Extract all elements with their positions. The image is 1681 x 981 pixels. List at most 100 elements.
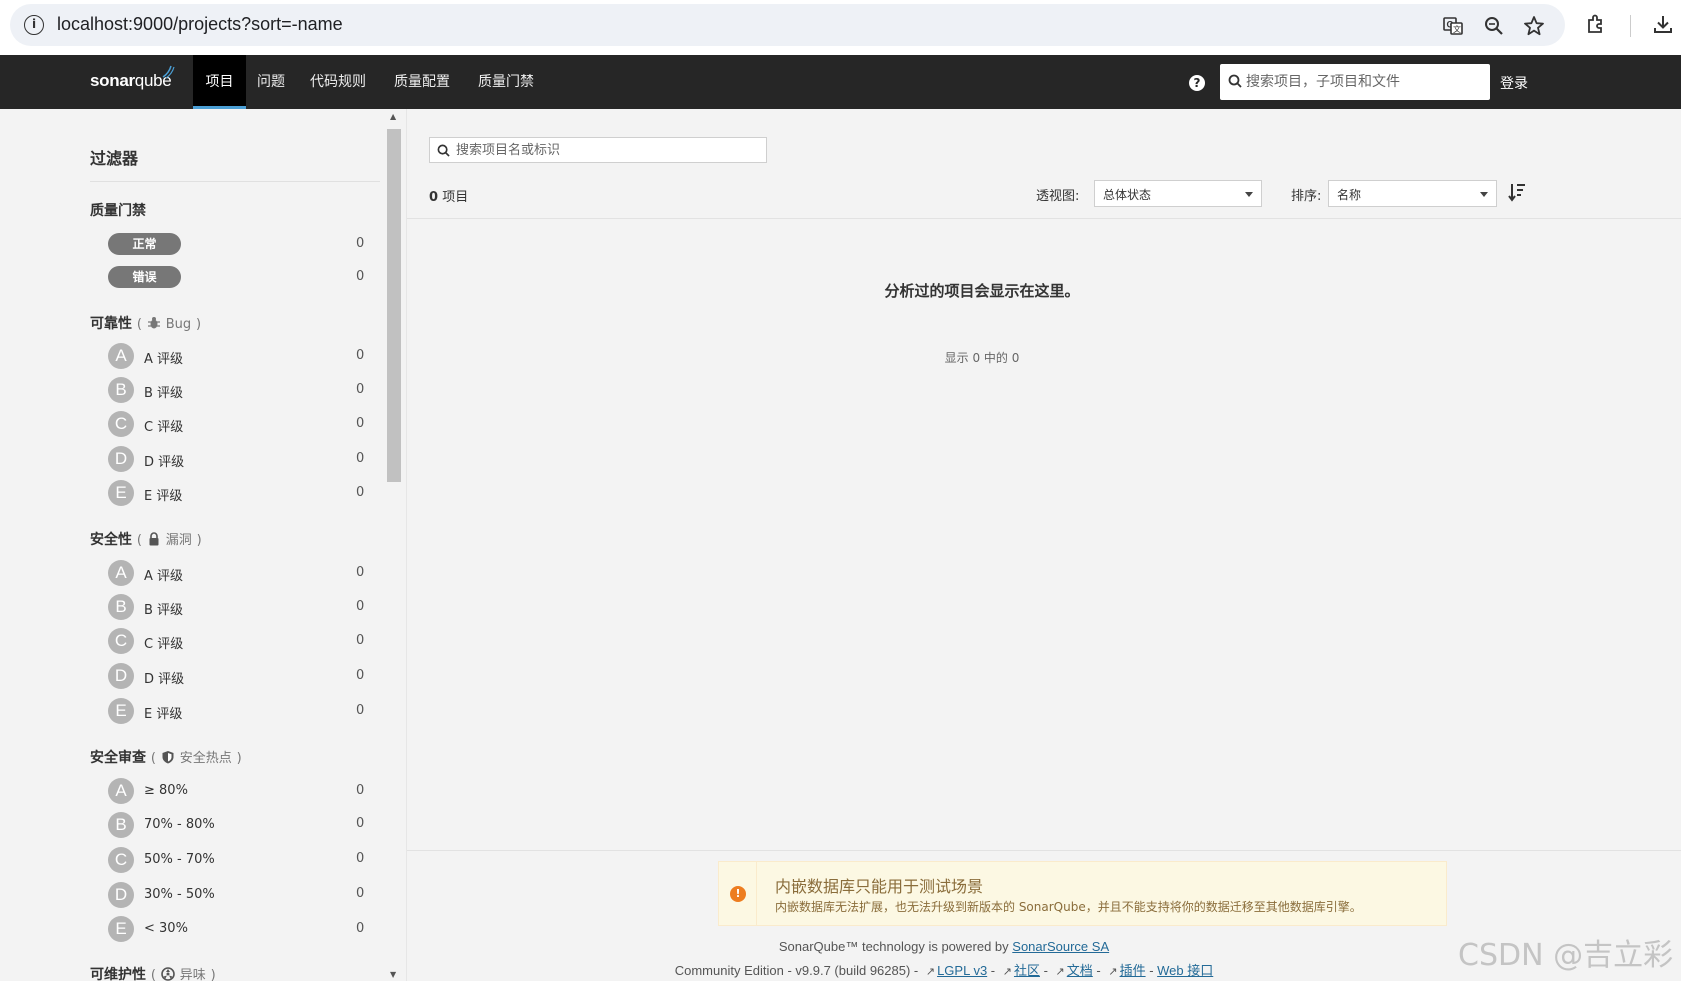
global-search[interactable] (1220, 64, 1490, 100)
rating-filter-c[interactable]: C C 评级 (108, 410, 368, 438)
facet-label: 可维护性 (90, 967, 146, 981)
project-search-input[interactable] (456, 138, 756, 162)
shield-icon (162, 751, 174, 764)
count: 0 (356, 816, 365, 831)
review-filter-e[interactable]: E < 30% (108, 915, 368, 943)
web-api-link[interactable]: Web 接口 (1157, 963, 1213, 978)
rating-badge: E (108, 916, 134, 942)
perspective-select[interactable]: 总体状态 (1094, 180, 1262, 207)
rating-badge: E (108, 698, 134, 724)
facet-security-review-title: 安全审查 ( 安全热点 ) (90, 747, 242, 767)
review-filter-a[interactable]: A ≥ 80% (108, 777, 368, 805)
zoom-icon[interactable] (1483, 15, 1505, 37)
footer-edition: Community Edition - v9.9.7 (build 96285)… (674, 963, 922, 978)
community-link[interactable]: 社区 (1014, 963, 1040, 978)
rating-label: < 30% (144, 921, 188, 936)
docs-link[interactable]: 文档 (1067, 963, 1093, 978)
footer-links: Community Edition - v9.9.7 (build 96285)… (407, 960, 1481, 979)
rating-filter-b[interactable]: B B 评级 (108, 376, 368, 404)
review-filter-d[interactable]: D 30% - 50% (108, 881, 368, 909)
qg-failed-filter[interactable]: 错误 (108, 266, 181, 288)
rating-badge: C (108, 847, 134, 873)
rating-label: B 评级 (144, 603, 184, 618)
sort-select[interactable]: 名称 (1328, 180, 1497, 207)
toolbar-divider (1630, 15, 1631, 37)
plugins-link[interactable]: 插件 (1120, 963, 1146, 978)
divider (90, 181, 380, 182)
review-filter-b[interactable]: B 70% - 80% (108, 811, 368, 839)
url-text[interactable]: localhost:9000/projects?sort=-name (57, 14, 343, 35)
sonarsource-link[interactable]: SonarSource SA (1012, 939, 1109, 954)
perspective-value: 总体状态 (1103, 188, 1152, 202)
paren: ( (136, 533, 142, 548)
scroll-up-arrow-icon[interactable]: ▲ (390, 112, 396, 121)
facet-sub-label: 异味 (179, 968, 206, 981)
bookmark-star-icon[interactable] (1523, 15, 1545, 37)
count: 0 (356, 565, 365, 580)
external-link-icon: ↗ (925, 966, 936, 978)
project-search[interactable] (429, 137, 767, 163)
facet-maintainability-title: 可维护性 ( 异味 ) (90, 964, 216, 981)
global-search-input[interactable] (1246, 64, 1486, 100)
address-bar[interactable]: i localhost:9000/projects?sort=-name G文 (10, 4, 1565, 46)
paren: ) (210, 968, 216, 981)
scrollbar-thumb[interactable] (387, 129, 401, 482)
chevron-down-icon (1245, 192, 1253, 197)
count: 0 (356, 348, 365, 363)
nav-rules[interactable]: 代码规则 (310, 55, 366, 109)
rating-filter-a[interactable]: A A 评级 (108, 342, 368, 370)
sonarqube-logo[interactable]: sonarqube (90, 65, 175, 91)
footer-text: SonarQube™ technology is powered by (778, 939, 1013, 954)
rating-filter-d[interactable]: D D 评级 (108, 662, 368, 690)
lock-icon (149, 532, 159, 546)
nav-quality-gates[interactable]: 质量门禁 (478, 55, 534, 109)
paren: ( (150, 968, 156, 981)
rating-badge: D (108, 663, 134, 689)
projects-main: 0 项目 透视图: 总体状态 排序: 名称 分析过的项目会显示在这里。 显示 0… (407, 109, 1681, 981)
login-link[interactable]: 登录 (1500, 73, 1528, 93)
facet-security-title: 安全性 ( 漏洞 ) (90, 529, 202, 549)
footer-powered-by: SonarQube™ technology is powered by Sona… (407, 939, 1481, 954)
rating-badge: D (108, 882, 134, 908)
separator: - (1092, 963, 1105, 978)
rating-filter-e[interactable]: E E 评级 (108, 697, 368, 725)
warning-icon-area: ! (719, 862, 757, 925)
rating-label: B 评级 (144, 386, 184, 401)
sidebar-scrollbar[interactable]: ▲ ▼ (384, 109, 403, 981)
sort-direction-icon[interactable] (1508, 182, 1526, 202)
rating-badge: B (108, 812, 134, 838)
count: 0 (356, 851, 365, 866)
facet-quality-gate-title: 质量门禁 (90, 203, 146, 219)
separator: - (1039, 963, 1052, 978)
rating-filter-b[interactable]: B B 评级 (108, 593, 368, 621)
paren: ) (196, 533, 202, 548)
license-link[interactable]: LGPL v3 (937, 963, 987, 978)
warning-title: 内嵌数据库只能用于测试场景 (775, 877, 984, 896)
nav-quality-profiles[interactable]: 质量配置 (394, 55, 450, 109)
scroll-down-arrow-icon[interactable]: ▼ (390, 970, 396, 979)
rating-filter-a[interactable]: A A 评级 (108, 559, 368, 587)
download-icon[interactable] (1652, 13, 1674, 35)
svg-text:文: 文 (1453, 24, 1461, 34)
count: 0 (356, 599, 365, 614)
rating-filter-c[interactable]: C C 评级 (108, 627, 368, 655)
qg-passed-filter[interactable]: 正常 (108, 233, 181, 255)
rating-label: D 评级 (144, 455, 185, 470)
rating-badge: B (108, 594, 134, 620)
count-label: 项目 (442, 190, 469, 205)
rating-filter-d[interactable]: D D 评级 (108, 445, 368, 473)
rating-badge: D (108, 446, 134, 472)
extensions-icon[interactable] (1585, 13, 1607, 35)
empty-state-message: 分析过的项目会显示在这里。 (884, 282, 1080, 300)
sort-value: 名称 (1337, 188, 1362, 202)
warning-icon: ! (730, 886, 746, 902)
review-filter-c[interactable]: C 50% - 70% (108, 846, 368, 874)
site-info-icon[interactable]: i (24, 15, 44, 35)
nav-issues[interactable]: 问题 (257, 55, 285, 109)
rating-filter-e[interactable]: E E 评级 (108, 479, 368, 507)
divider (407, 218, 1681, 219)
rating-label: 50% - 70% (144, 852, 215, 867)
nav-projects[interactable]: 项目 (193, 55, 246, 109)
translate-icon[interactable]: G文 (1442, 15, 1464, 37)
help-icon[interactable]: ? (1189, 75, 1205, 91)
